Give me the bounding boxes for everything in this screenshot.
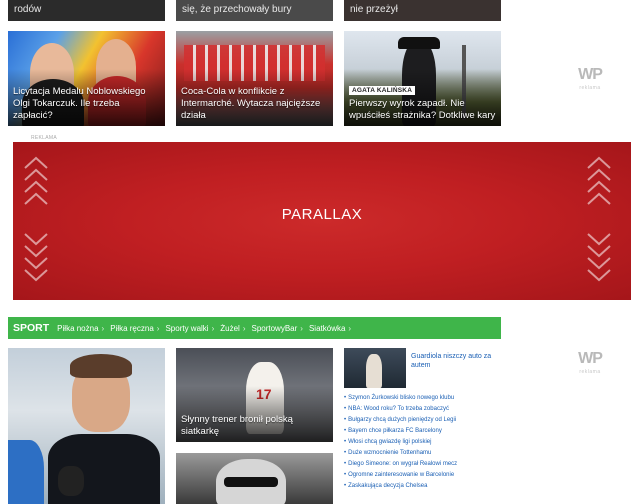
news-list-item[interactable]: Diego Simeone: on wygrał Realowi mecz [344, 459, 504, 470]
sport-news-list: Szymon Żurkowski blisko nowego klubu NBA… [344, 393, 504, 492]
guard-cap [398, 37, 440, 49]
sport-lead-card[interactable] [8, 348, 165, 504]
top-story-strip[interactable]: się, że przechowały bury [176, 0, 333, 21]
sport-link-label: SportowyBar [251, 323, 298, 333]
sport-link-zuzel[interactable]: Żużel › [220, 324, 245, 333]
card-caption: Słynny trener bronił polską siatkarkę [181, 414, 293, 437]
top-story-caption: rodów [14, 4, 42, 15]
side-story-title[interactable]: Guardiola niszczy auto za autem [411, 352, 501, 370]
news-list-item[interactable]: Bayern chce piłkarza FC Barcelony [344, 426, 504, 437]
sport-link-label: Piłka ręczna [110, 323, 154, 333]
news-list-item[interactable]: Bułgarzy chcą dużych pieniędzy od Legii [344, 415, 504, 426]
top-story-strip[interactable]: nie przeżył [344, 0, 501, 21]
wp-logo[interactable]: WP reklama [570, 66, 610, 91]
sport-link-pilka-nozna[interactable]: Piłka nożna › [57, 324, 104, 333]
sport-link-sporty-walki[interactable]: Sporty walki › [165, 324, 214, 333]
chevron-right-icon: › [156, 323, 160, 333]
sport-link-label: Siatkówka [308, 323, 346, 333]
card-caption: Licytacja Medalu Noblowskiego Olgi Tokar… [13, 86, 146, 121]
chevron-up-icon [587, 156, 611, 205]
author-badge: AGATA KALIŃSKA [349, 86, 416, 95]
person-hair [70, 354, 132, 378]
top-story-strip[interactable]: rodów [8, 0, 165, 21]
person-figure [8, 440, 44, 504]
wp-logo-text: WP [578, 66, 603, 83]
top-story-caption: się, że przechowały bury [182, 4, 292, 15]
top-story-caption: nie przeżył [350, 4, 398, 15]
news-card-volleyball[interactable]: 17 Słynny trener bronił polską siatkarkę [176, 348, 333, 442]
sport-link-label: Żużel [220, 323, 240, 333]
wp-logo-sub: reklama [579, 85, 601, 91]
microphone-icon [58, 466, 84, 496]
news-list-item[interactable]: Duże wzmocnienie Tottenhamu [344, 448, 504, 459]
parallax-label: PARALLAX [281, 206, 363, 223]
news-card-coca-cola[interactable]: Coca-Cola w konflikcie z Intermarché. Wy… [176, 31, 333, 126]
person-figure [366, 354, 382, 388]
wp-logo[interactable]: WP reklama [570, 350, 610, 375]
ad-label: REKLAMA [31, 135, 57, 141]
news-card-verdict[interactable]: AGATA KALIŃSKA Pierwszy wyrok zapadł. Ni… [344, 31, 501, 126]
news-list-item[interactable]: Zaskakująca decyzja Chelsea [344, 481, 504, 492]
wp-logo-sub: reklama [579, 369, 601, 375]
card-caption: Pierwszy wyrok zapadł. Nie wpuściłeś str… [349, 98, 496, 121]
sport-link-label: Piłka nożna [57, 323, 99, 333]
news-list-item[interactable]: Ogromne zainteresowanie w Barcelonie [344, 470, 504, 481]
sport-link-label: Sporty walki [165, 323, 209, 333]
chevron-down-icon [24, 233, 48, 282]
sunglasses-shape [224, 477, 278, 487]
news-list-item[interactable]: Włosi chcą gwiazdę ligi polskiej [344, 437, 504, 448]
sport-link-pilka-reczna[interactable]: Piłka ręczna › [110, 324, 159, 333]
news-card-nobel-medal[interactable]: Licytacja Medalu Noblowskiego Olgi Tokar… [8, 31, 165, 126]
chevron-right-icon: › [348, 323, 352, 333]
sport-nav-bar: SPORT Piłka nożna › Piłka ręczna › Sporty … [8, 317, 501, 339]
chevron-right-icon: › [211, 323, 215, 333]
parallax-ad-banner[interactable]: PARALLAX [13, 142, 631, 300]
sport-section-title[interactable]: SPORT [13, 322, 49, 334]
chevron-up-icon [24, 156, 48, 205]
sport-link-sportowybar[interactable]: SportowyBar › [251, 324, 302, 333]
wp-logo-text: WP [578, 350, 603, 367]
card-caption: Coca-Cola w konflikcie z Intermarché. Wy… [181, 86, 321, 121]
side-story-thumbnail[interactable] [344, 348, 406, 388]
sport-link-siatkowka[interactable]: Siatkówka › [309, 324, 351, 333]
news-card-bw-portrait[interactable] [176, 453, 333, 504]
news-list-item[interactable]: NBA: Wood roku? To trzeba zobaczyć [344, 404, 504, 415]
news-list-item[interactable]: Szymon Żurkowski blisko nowego klubu [344, 393, 504, 404]
chevron-right-icon: › [101, 323, 105, 333]
chevron-down-icon [587, 233, 611, 282]
chevron-right-icon: › [300, 323, 303, 333]
chevron-right-icon: › [242, 323, 246, 333]
